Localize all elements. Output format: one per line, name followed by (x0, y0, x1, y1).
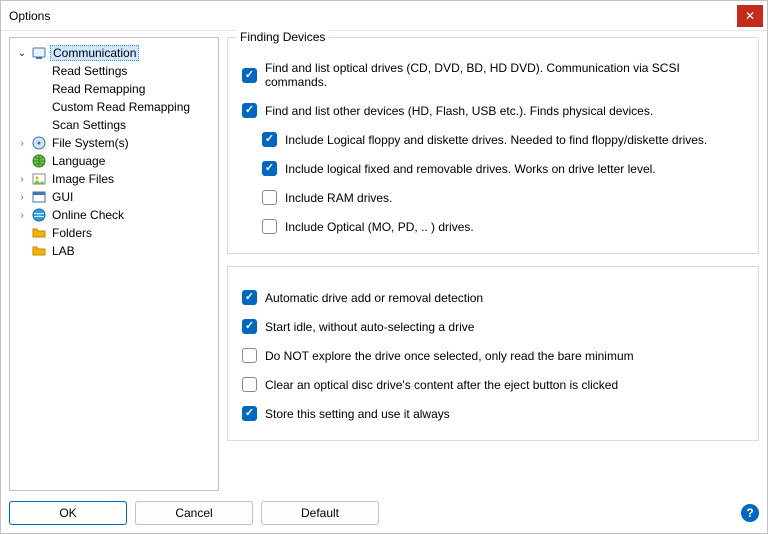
group-drive-behavior: Automatic drive add or removal detection… (227, 266, 759, 441)
window-icon (31, 189, 47, 205)
checkbox-include-floppy[interactable] (262, 132, 277, 147)
tree-label: Online Check (50, 208, 126, 222)
option-label: Include logical fixed and removable driv… (285, 162, 656, 176)
group-title: Finding Devices (236, 30, 329, 44)
image-icon (31, 171, 47, 187)
option-row: Store this setting and use it always (242, 399, 744, 428)
option-label: Include Optical (MO, PD, .. ) drives. (285, 220, 474, 234)
checkbox-no-explore[interactable] (242, 348, 257, 363)
option-label: Find and list other devices (HD, Flash, … (265, 104, 653, 118)
tree-label: Read Remapping (50, 82, 147, 96)
option-row: Clear an optical disc drive's content af… (242, 370, 744, 399)
option-row: Find and list other devices (HD, Flash, … (242, 96, 744, 125)
option-row: Do NOT explore the drive once selected, … (242, 341, 744, 370)
tree-label: Read Settings (50, 64, 129, 78)
tree-item-gui[interactable]: › GUI (12, 188, 216, 206)
tree-label: Communication (50, 45, 139, 61)
option-label: Start idle, without auto-selecting a dri… (265, 320, 474, 334)
option-row: Include Logical floppy and diskette driv… (242, 125, 744, 154)
help-icon: ? (746, 506, 753, 520)
tree-label: LAB (50, 244, 77, 258)
option-label: Do NOT explore the drive once selected, … (265, 349, 634, 363)
tree-item-read-remapping[interactable]: Read Remapping (12, 80, 216, 98)
tree-label: Scan Settings (50, 118, 128, 132)
tree-item-read-settings[interactable]: Read Settings (12, 62, 216, 80)
chevron-right-icon[interactable]: › (16, 173, 28, 185)
chevron-right-icon[interactable]: › (16, 191, 28, 203)
chevron-down-icon[interactable]: ⌄ (16, 47, 28, 59)
globe-icon (31, 207, 47, 223)
titlebar: Options ✕ (1, 1, 767, 31)
group-finding-devices: Finding Devices Find and list optical dr… (227, 37, 759, 254)
tree-item-image-files[interactable]: › Image Files (12, 170, 216, 188)
option-label: Clear an optical disc drive's content af… (265, 378, 618, 392)
default-button[interactable]: Default (261, 501, 379, 525)
folder-icon (31, 225, 47, 241)
nav-tree[interactable]: ⌄ Communication Read Settings Read Remap… (9, 37, 219, 491)
option-row: Start idle, without auto-selecting a dri… (242, 312, 744, 341)
help-button[interactable]: ? (741, 504, 759, 522)
checkbox-include-ram[interactable] (262, 190, 277, 205)
option-row: Include RAM drives. (242, 183, 744, 212)
tree-item-file-systems[interactable]: › File System(s) (12, 134, 216, 152)
tree-item-folders[interactable]: Folders (12, 224, 216, 242)
tree-item-online-check[interactable]: › Online Check (12, 206, 216, 224)
checkbox-include-mo-pd[interactable] (262, 219, 277, 234)
tree-label: Image Files (50, 172, 116, 186)
option-label: Automatic drive add or removal detection (265, 291, 483, 305)
option-label: Find and list optical drives (CD, DVD, B… (265, 61, 744, 89)
window-title: Options (9, 9, 50, 23)
disk-icon (31, 135, 47, 151)
main-panel: Finding Devices Find and list optical dr… (227, 37, 759, 491)
dialog-footer: OK Cancel Default ? (9, 501, 759, 525)
tree-item-language[interactable]: Language (12, 152, 216, 170)
checkbox-include-fixed[interactable] (262, 161, 277, 176)
tree-label: Custom Read Remapping (50, 100, 192, 114)
checkbox-find-other[interactable] (242, 103, 257, 118)
option-row: Find and list optical drives (CD, DVD, B… (242, 54, 744, 96)
folder-icon (31, 243, 47, 259)
checkbox-start-idle[interactable] (242, 319, 257, 334)
checkbox-find-optical[interactable] (242, 68, 257, 83)
tree-label: GUI (50, 190, 75, 204)
checkbox-store-always[interactable] (242, 406, 257, 421)
ok-button[interactable]: OK (9, 501, 127, 525)
option-row: Include Optical (MO, PD, .. ) drives. (242, 212, 744, 241)
close-icon: ✕ (745, 10, 755, 22)
option-label: Store this setting and use it always (265, 407, 450, 421)
tree-item-scan-settings[interactable]: Scan Settings (12, 116, 216, 134)
tree-label: Folders (50, 226, 94, 240)
globe-icon (31, 153, 47, 169)
cancel-button[interactable]: Cancel (135, 501, 253, 525)
chevron-right-icon[interactable]: › (16, 209, 28, 221)
option-row: Include logical fixed and removable driv… (242, 154, 744, 183)
checkbox-auto-detect[interactable] (242, 290, 257, 305)
tree-item-custom-read-remapping[interactable]: Custom Read Remapping (12, 98, 216, 116)
close-button[interactable]: ✕ (737, 5, 763, 27)
option-label: Include RAM drives. (285, 191, 392, 205)
device-icon (31, 45, 47, 61)
chevron-right-icon[interactable]: › (16, 137, 28, 149)
option-row: Automatic drive add or removal detection (242, 283, 744, 312)
checkbox-clear-eject[interactable] (242, 377, 257, 392)
option-label: Include Logical floppy and diskette driv… (285, 133, 707, 147)
tree-label: File System(s) (50, 136, 131, 150)
tree-item-communication[interactable]: ⌄ Communication (12, 44, 216, 62)
tree-item-lab[interactable]: LAB (12, 242, 216, 260)
tree-label: Language (50, 154, 107, 168)
